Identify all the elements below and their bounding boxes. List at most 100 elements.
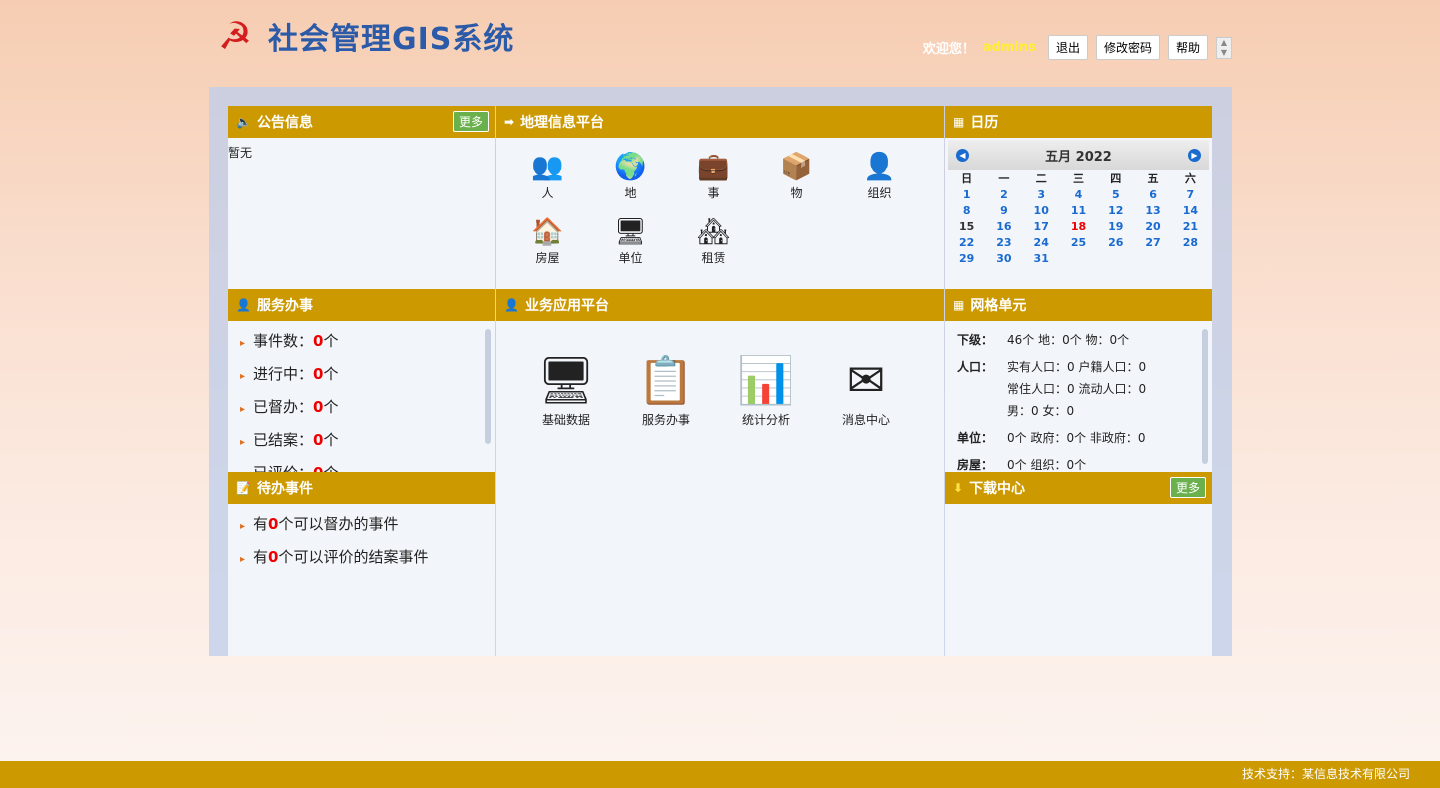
scroll-spinner[interactable]: ▲ ▼ xyxy=(1216,36,1232,59)
service-item-unit: 个 xyxy=(323,398,339,416)
calendar-day[interactable]: 21 xyxy=(1172,218,1209,234)
geo-item[interactable]: 🖥 单位 xyxy=(589,215,672,280)
service-item[interactable]: 已评价：0个 xyxy=(228,457,495,472)
logout-button[interactable]: 退出 xyxy=(1047,35,1088,60)
calendar-day[interactable]: 15 xyxy=(948,218,985,234)
grid-scrollbar[interactable] xyxy=(1202,329,1208,464)
geo-item-icon: 👥 xyxy=(531,152,564,182)
calendar-day[interactable]: 31 xyxy=(1023,250,1060,266)
calendar-day[interactable]: 19 xyxy=(1097,218,1134,234)
geo-item[interactable]: 🏠 房屋 xyxy=(506,215,589,280)
business-item-label: 消息中心 xyxy=(841,413,890,427)
calendar-day[interactable]: 18 xyxy=(1060,218,1097,234)
grid-row-key: 下级： xyxy=(957,333,994,347)
calendar-day[interactable]: 24 xyxy=(1023,234,1060,250)
notice-panel: 🔈 公告信息 更多 暂无 xyxy=(228,106,495,289)
calendar-day[interactable]: 25 xyxy=(1060,234,1097,250)
business-item-icon: 🖥 xyxy=(536,353,596,407)
prev-month-button[interactable]: ◀ xyxy=(956,148,969,162)
todo-item[interactable]: 有0个可以评价的结案事件 xyxy=(228,541,495,574)
geo-item-icon: 📦 xyxy=(780,152,813,182)
calendar-day[interactable]: 11 xyxy=(1060,202,1097,218)
calendar-day[interactable]: 7 xyxy=(1172,186,1209,202)
grid-row-value: 男：0 女：0 xyxy=(1007,404,1075,418)
grid-row-value: 常住人口：0 流动人口：0 xyxy=(1007,382,1147,396)
calendar-day[interactable]: 26 xyxy=(1097,234,1134,250)
geo-item[interactable]: 💼 事 xyxy=(672,150,755,215)
service-item[interactable]: 已督办：0个 xyxy=(228,391,495,424)
calendar-day[interactable]: 5 xyxy=(1097,186,1134,202)
grid-row: 下级： 46个 地：0个 物：0个 xyxy=(957,329,1200,351)
app-title: 社会管理GIS系统 xyxy=(268,22,515,57)
grid-row-key: 房屋： xyxy=(957,458,994,472)
calendar-day[interactable]: 6 xyxy=(1134,186,1171,202)
party-emblem-icon: ☭ xyxy=(217,14,253,58)
weekday-label: 一 xyxy=(998,172,1010,185)
calendar-day[interactable]: 3 xyxy=(1023,186,1060,202)
panel-title: 待办事件 xyxy=(256,481,313,497)
geo-item-label: 组织 xyxy=(867,186,892,200)
todo-text: 有 xyxy=(253,548,269,566)
panel-title: 公告信息 xyxy=(256,115,313,131)
todo-text: 有 xyxy=(253,515,269,533)
help-button[interactable]: 帮助 xyxy=(1167,35,1208,60)
geo-item[interactable]: 👥 人 xyxy=(506,150,589,215)
calendar-day[interactable]: 23 xyxy=(985,234,1022,250)
todo-count: 0 xyxy=(268,515,279,533)
grid-row: 人口： 实有人口：0 户籍人口：0 常住人口：0 流动人口：0 男：0 女：0 xyxy=(957,356,1200,422)
service-scrollbar[interactable] xyxy=(485,329,491,444)
grid-row-value: 实有人口：0 户籍人口：0 xyxy=(1007,360,1147,374)
calendar-day[interactable]: 29 xyxy=(948,250,985,266)
arrow-right-icon: ➡ xyxy=(504,115,515,129)
download-icon: ⬇ xyxy=(953,481,964,495)
service-item-label: 已评价： xyxy=(253,464,313,472)
business-item[interactable]: 📊 统计分析 xyxy=(716,349,816,439)
geo-item[interactable]: 👤 组织 xyxy=(838,150,921,215)
change-password-button[interactable]: 修改密码 xyxy=(1095,35,1160,60)
speaker-icon: 🔈 xyxy=(236,115,251,129)
calendar-day[interactable]: 22 xyxy=(948,234,985,250)
service-item[interactable]: 进行中：0个 xyxy=(228,358,495,391)
geo-item-label: 事 xyxy=(707,186,720,200)
business-item-icon: 📊 xyxy=(737,353,795,407)
logo: ☭ 社会管理GIS系统 xyxy=(210,14,514,58)
todo-panel: 📝待办事件 有0个可以督办的事件有0个可以评价的结案事件 xyxy=(228,472,495,656)
calendar-day[interactable]: 16 xyxy=(985,218,1022,234)
geo-item[interactable]: 🌍 地 xyxy=(589,150,672,215)
calendar-day[interactable]: 4 xyxy=(1060,186,1097,202)
calendar-day[interactable]: 20 xyxy=(1134,218,1171,234)
calendar-day[interactable]: 28 xyxy=(1172,234,1209,250)
notice-more-button[interactable]: 更多 xyxy=(452,111,489,132)
business-item[interactable]: ✉ 消息中心 xyxy=(816,349,916,439)
geo-item[interactable]: 🏘 租赁 xyxy=(672,215,755,280)
calendar-day[interactable]: 10 xyxy=(1023,202,1060,218)
calendar-day[interactable]: 30 xyxy=(985,250,1022,266)
calendar-day[interactable]: 2 xyxy=(985,186,1022,202)
geo-item-label: 租赁 xyxy=(701,251,726,265)
service-item[interactable]: 已结案：0个 xyxy=(228,424,495,457)
todo-item[interactable]: 有0个可以督办的事件 xyxy=(228,508,495,541)
download-more-button[interactable]: 更多 xyxy=(1169,477,1206,498)
service-item[interactable]: 事件数：0个 xyxy=(228,325,495,358)
geo-item[interactable]: 📦 物 xyxy=(755,150,838,215)
business-item[interactable]: 📋 服务办事 xyxy=(616,349,716,439)
calendar-day[interactable]: 8 xyxy=(948,202,985,218)
next-month-button[interactable]: ▶ xyxy=(1188,148,1201,162)
calendar-day[interactable]: 13 xyxy=(1134,202,1171,218)
grid-row-value: 0个 政府：0个 非政府：0 xyxy=(1007,431,1146,445)
todo-count: 0 xyxy=(268,548,279,566)
grid-row-key: 单位： xyxy=(957,431,994,445)
footer: 技术支持：某信息技术有限公司 xyxy=(0,761,1440,788)
calendar-day[interactable]: 1 xyxy=(948,186,985,202)
geo-item-icon: 💼 xyxy=(697,152,730,182)
calendar-day[interactable]: 12 xyxy=(1097,202,1134,218)
calendar-day[interactable]: 27 xyxy=(1134,234,1171,250)
calendar-day[interactable]: 17 xyxy=(1023,218,1060,234)
calendar-day[interactable]: 14 xyxy=(1172,202,1209,218)
business-item-icon: 📋 xyxy=(637,353,695,407)
calendar-day[interactable]: 9 xyxy=(985,202,1022,218)
service-item-label: 进行中： xyxy=(253,365,314,383)
grid-row: 房屋： 0个 组织：0个 xyxy=(957,454,1200,472)
business-item[interactable]: 🖥 基础数据 xyxy=(516,349,616,439)
service-item-count: 0 xyxy=(313,365,324,383)
